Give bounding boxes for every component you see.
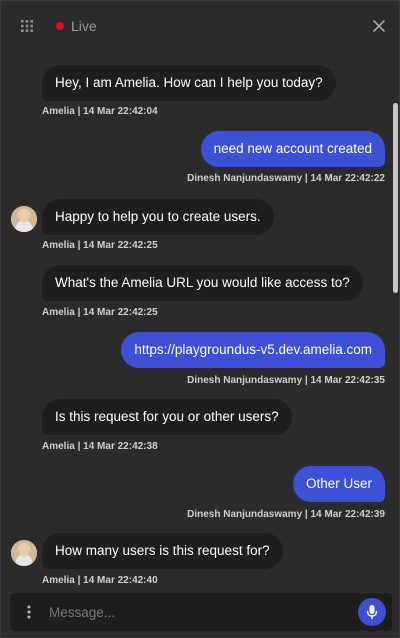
live-indicator-dot: [56, 22, 64, 30]
user-message: Other User: [292, 466, 385, 502]
message-meta: Amelia | 14 Mar 22:42:25: [42, 307, 158, 318]
message-meta: Amelia | 14 Mar 22:42:38: [42, 441, 158, 452]
grid-icon[interactable]: [20, 19, 34, 33]
scrollbar-thumb[interactable]: [393, 103, 398, 293]
user-message[interactable]: https://playgroundus-v5.dev.amelia.com: [121, 332, 385, 368]
message-meta: Dinesh Nanjundaswamy | 14 Mar 22:42:39: [187, 509, 385, 520]
bot-message: Hey, I am Amelia. How can I help you tod…: [42, 65, 336, 101]
message-meta: Dinesh Nanjundaswamy | 14 Mar 22:42:35: [187, 375, 385, 386]
bot-message: Is this request for you or other users?: [42, 399, 292, 435]
chat-transcript[interactable]: Hey, I am Amelia. How can I help you tod…: [1, 51, 399, 591]
avatar: [11, 206, 37, 232]
live-label: Live: [71, 18, 97, 34]
message-meta: Amelia | 14 Mar 22:42:04: [42, 106, 158, 117]
bot-message: How many users is this request for?: [42, 533, 283, 569]
user-message: need new account created: [200, 131, 385, 167]
avatar: [11, 540, 37, 566]
message-composer: [10, 593, 392, 631]
message-input[interactable]: [47, 603, 358, 621]
close-icon[interactable]: [371, 18, 387, 34]
message-meta: Amelia | 14 Mar 22:42:25: [42, 240, 158, 251]
more-vertical-icon[interactable]: [24, 604, 34, 620]
bot-message: Happy to help you to create users.: [42, 199, 274, 235]
message-meta: Dinesh Nanjundaswamy | 14 Mar 22:42:22: [187, 173, 385, 184]
microphone-button[interactable]: [358, 598, 386, 626]
microphone-icon: [365, 604, 379, 620]
message-meta: Amelia | 14 Mar 22:42:40: [42, 575, 158, 586]
chat-header: Live: [1, 1, 399, 51]
scrollbar[interactable]: [391, 51, 399, 591]
chat-panel: Live Hey, I am Amelia. How can I help yo…: [0, 0, 400, 638]
bot-message: What's the Amelia URL you would like acc…: [42, 265, 363, 301]
